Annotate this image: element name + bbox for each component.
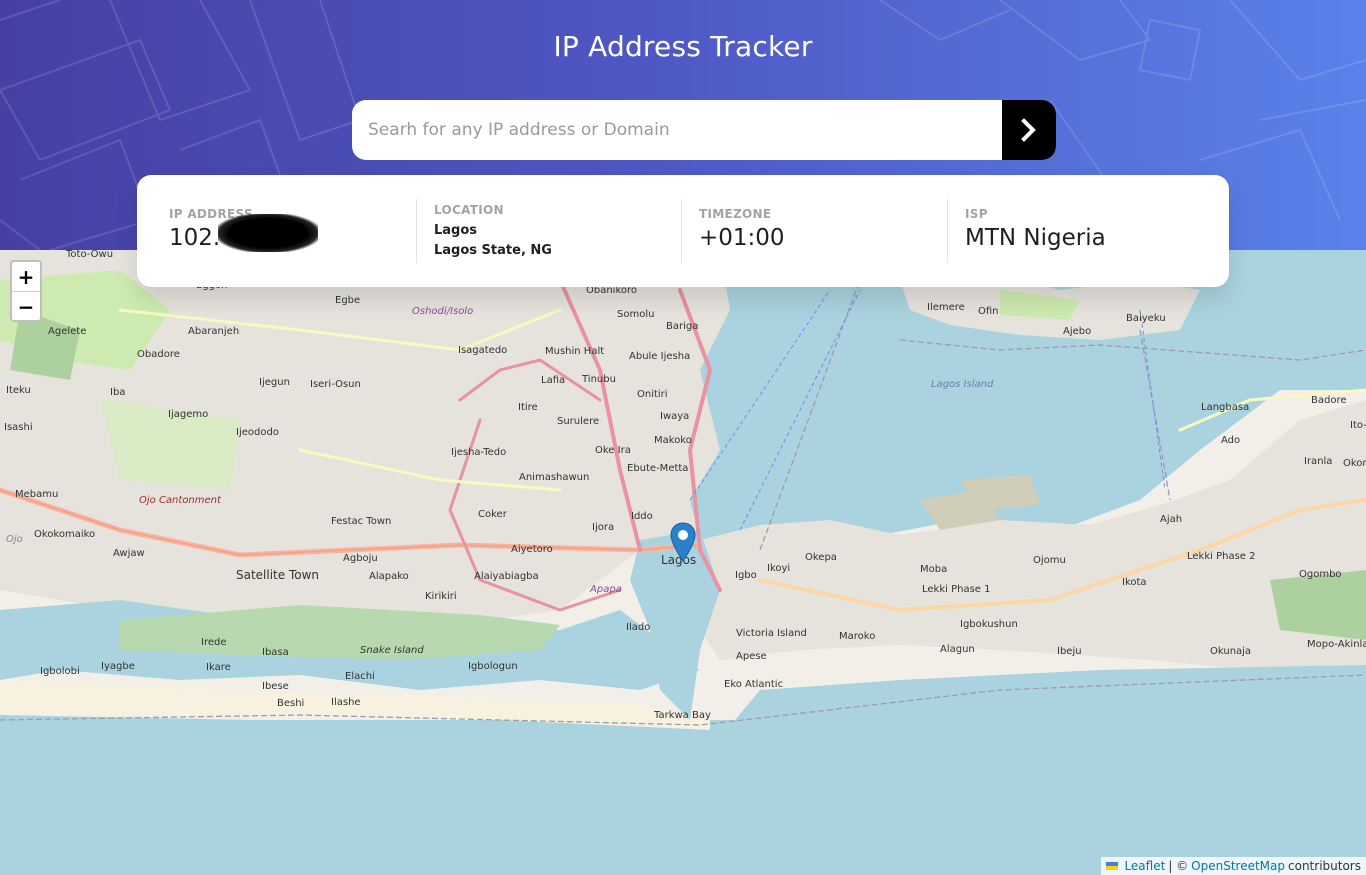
zoom-in-button[interactable]: + bbox=[12, 262, 40, 292]
location-label: Location bbox=[434, 203, 504, 217]
map-tiles bbox=[0, 250, 1366, 875]
ip-address-section: IP Address 102. bbox=[137, 199, 417, 263]
leaflet-link[interactable]: Leaflet bbox=[1124, 859, 1165, 873]
attribution-separator: | © bbox=[1168, 859, 1189, 873]
isp-label: ISP bbox=[965, 207, 988, 221]
ukraine-flag-icon bbox=[1106, 862, 1119, 870]
redaction-mark bbox=[218, 213, 319, 252]
ip-address-value: 102. bbox=[169, 213, 417, 252]
map-view[interactable]: Toto-Owu Eggon Egbe Oshodi/Isolo Obaniko… bbox=[0, 250, 1366, 875]
openstreetmap-link[interactable]: OpenStreetMap bbox=[1191, 859, 1285, 873]
location-section: Location Lagos Lagos State, NG bbox=[416, 199, 681, 263]
isp-value: MTN Nigeria bbox=[965, 225, 1106, 251]
zoom-control: + − bbox=[10, 260, 42, 322]
chevron-right-icon bbox=[1021, 118, 1036, 142]
timezone-label: Timezone bbox=[699, 207, 772, 221]
search-submit-button[interactable] bbox=[1002, 100, 1056, 160]
search-bar bbox=[352, 100, 1056, 160]
map-pin-icon[interactable] bbox=[670, 522, 696, 562]
isp-section: ISP MTN Nigeria bbox=[947, 199, 1217, 263]
ip-info-card: IP Address 102. Location Lagos Lagos Sta… bbox=[137, 175, 1229, 287]
ip-address-text: 102. bbox=[169, 225, 221, 251]
map-attribution: Leaflet | © OpenStreetMap contributors bbox=[1101, 857, 1366, 875]
timezone-section: Timezone +01:00 bbox=[681, 199, 947, 263]
search-input[interactable] bbox=[352, 100, 1002, 160]
location-region: Lagos State, NG bbox=[434, 243, 552, 258]
timezone-value: +01:00 bbox=[699, 225, 785, 251]
page-title: IP Address Tracker bbox=[553, 30, 813, 63]
zoom-out-button[interactable]: − bbox=[12, 292, 40, 321]
attribution-suffix: contributors bbox=[1288, 859, 1361, 873]
location-city: Lagos bbox=[434, 223, 478, 238]
